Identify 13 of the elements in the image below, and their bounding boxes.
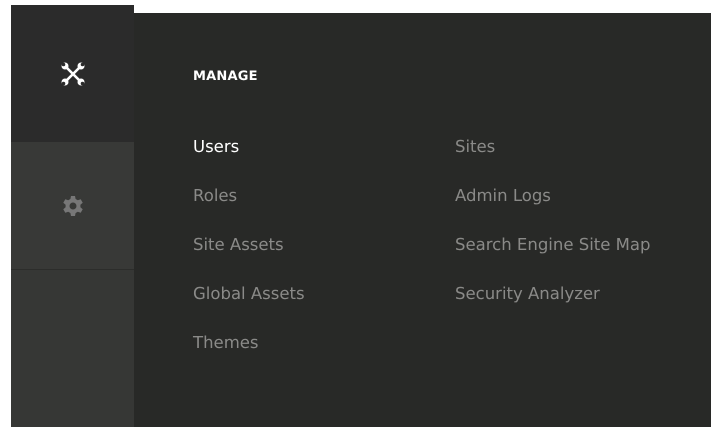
menu-link[interactable]: Themes (193, 333, 455, 352)
menu-link[interactable]: Site Assets (193, 235, 455, 254)
menu-link[interactable]: Users (193, 137, 455, 156)
menu-link[interactable]: Global Assets (193, 284, 455, 303)
menu-link[interactable]: Sites (455, 137, 650, 156)
settings-icon (62, 196, 82, 216)
section-heading: MANAGE (193, 69, 259, 85)
tools-tab[interactable] (11, 5, 134, 142)
menu-link[interactable]: Admin Logs (455, 186, 650, 205)
menu-link[interactable]: Roles (193, 186, 455, 205)
menu-link[interactable]: Search Engine Site Map (455, 235, 650, 254)
menu-link[interactable]: Security Analyzer (455, 284, 650, 303)
crossed-wrenches-icon (60, 62, 84, 86)
